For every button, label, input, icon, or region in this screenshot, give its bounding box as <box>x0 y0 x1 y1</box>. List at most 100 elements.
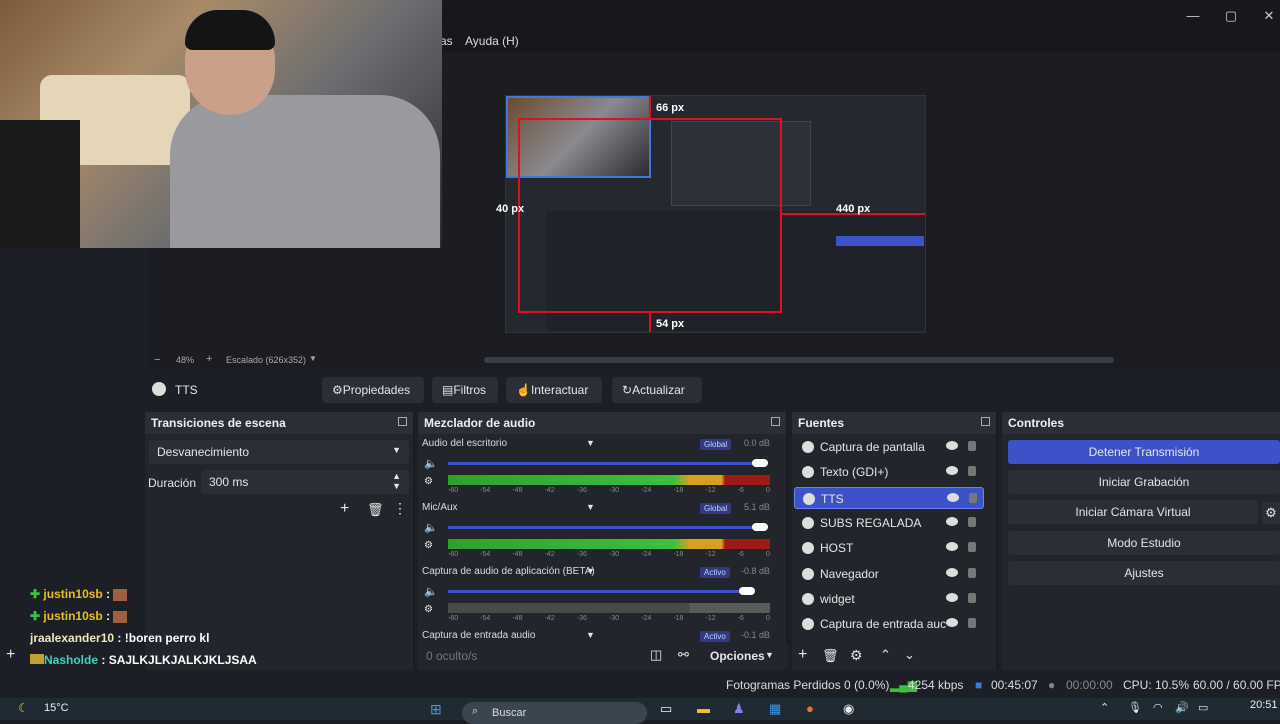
speaker-icon[interactable]: 🔈 <box>424 457 438 470</box>
taskbar-search[interactable]: ⌕ Buscar <box>462 702 647 724</box>
source-item[interactable]: widget <box>794 588 984 610</box>
eye-icon[interactable] <box>946 618 958 628</box>
mic-icon[interactable]: 🎙 <box>1128 701 1142 714</box>
add-icon[interactable]: + <box>340 500 349 518</box>
volume-slider[interactable] <box>448 590 748 593</box>
lock-icon[interactable] <box>968 441 976 451</box>
stop-stream-button[interactable]: Detener Transmisión <box>1008 440 1280 464</box>
mixer-options-button[interactable]: Opciones <box>710 649 765 663</box>
start-recording-button[interactable]: Iniciar Grabación <box>1008 470 1280 494</box>
firefox-icon[interactable]: ● <box>806 701 814 716</box>
windows-start-icon[interactable]: ⊞ <box>430 701 442 718</box>
eye-icon[interactable] <box>947 492 959 502</box>
preview-canvas[interactable]: 66 px 440 px 54 px <box>505 95 926 333</box>
volume-slider-knob[interactable] <box>739 587 756 595</box>
studio-mode-button[interactable]: Modo Estudio <box>1008 531 1280 555</box>
arrow-down-icon[interactable]: ⌄ <box>904 647 915 663</box>
clock-time[interactable]: 20:51 <box>1250 699 1278 711</box>
lock-icon[interactable] <box>968 516 976 527</box>
settings-button[interactable]: Ajustes <box>1008 561 1280 585</box>
weather-icon[interactable]: ☾ <box>18 701 29 715</box>
arrow-up-icon[interactable]: ⌃ <box>880 647 891 663</box>
spinner-icon[interactable]: ▲ ▼ <box>392 471 401 491</box>
volume-slider-knob[interactable] <box>752 523 769 531</box>
weather-temp[interactable]: 15°C <box>44 702 69 714</box>
zoom-in-button[interactable]: + <box>206 353 212 365</box>
mixer-settings-icon[interactable]: ⚙ <box>424 540 433 551</box>
popout-icon[interactable] <box>398 417 407 426</box>
interact-button[interactable]: ☝Interactuar <box>506 377 602 403</box>
close-icon[interactable]: ✕ <box>1259 8 1279 24</box>
folder-icon[interactable]: ▬ <box>697 701 710 716</box>
filters-button[interactable]: ▤Filtros <box>432 377 498 403</box>
store-icon[interactable]: ▦ <box>769 701 781 717</box>
lock-icon[interactable] <box>968 542 976 553</box>
maximize-icon[interactable]: ▢ <box>1221 8 1241 24</box>
popout-icon[interactable] <box>981 417 990 426</box>
chevron-down-icon[interactable]: ▼ <box>586 630 595 640</box>
popout-icon[interactable] <box>771 417 780 426</box>
measure-right-label: 440 px <box>836 203 871 215</box>
source-item[interactable]: Captura de pantalla <box>794 436 984 458</box>
eye-icon[interactable] <box>946 516 958 526</box>
wifi-icon[interactable]: ◠ <box>1153 701 1163 714</box>
eye-icon[interactable] <box>946 592 958 602</box>
speaker-icon[interactable]: 🔈 <box>424 585 438 598</box>
task-view-icon[interactable]: ▭ <box>660 701 672 717</box>
volume-slider[interactable] <box>448 462 761 465</box>
link-icon[interactable]: ⚯ <box>678 647 689 663</box>
eye-icon[interactable] <box>946 567 958 577</box>
source-item[interactable]: SUBS REGALADA <box>794 512 984 534</box>
eye-icon[interactable] <box>946 441 958 450</box>
source-item[interactable]: Captura de entrada auc <box>794 613 984 635</box>
lock-icon[interactable] <box>968 592 976 603</box>
transition-select[interactable]: Desvanecimiento ▼ <box>149 440 409 464</box>
source-label: SUBS REGALADA <box>820 515 922 530</box>
gear-icon[interactable]: ⚙ <box>850 647 863 664</box>
scale-tick: 0 <box>765 615 770 622</box>
volume-slider[interactable] <box>448 526 761 529</box>
layout-icon[interactable]: ◫ <box>650 647 662 663</box>
trash-icon[interactable]: 🗑 <box>367 502 384 518</box>
eye-icon[interactable] <box>946 466 958 476</box>
add-icon[interactable]: + <box>6 646 15 664</box>
source-item[interactable]: HOST <box>794 537 984 559</box>
preview-scrollbar[interactable] <box>484 357 1114 363</box>
chevron-down-icon[interactable]: ▼ <box>586 502 595 512</box>
hidden-count: 0 oculto/s <box>426 649 478 663</box>
properties-button[interactable]: ⚙Propiedades <box>322 377 424 403</box>
lock-icon[interactable] <box>968 466 976 477</box>
selection-bounding-box[interactable] <box>518 118 782 313</box>
source-item[interactable]: TTS <box>794 486 984 509</box>
start-virtual-cam-button[interactable]: Iniciar Cámara Virtual <box>1008 500 1258 524</box>
zoom-out-button[interactable]: − <box>154 354 160 366</box>
chevron-down-icon[interactable]: ▼ <box>586 438 595 448</box>
obs-icon[interactable]: ◉ <box>843 701 854 717</box>
add-icon[interactable]: + <box>798 646 807 664</box>
mixer-settings-icon[interactable]: ⚙ <box>424 604 433 615</box>
volume-icon[interactable]: 🔊 <box>1175 701 1189 714</box>
mixer-settings-icon[interactable]: ⚙ <box>424 476 433 487</box>
menu-item-help[interactable]: Ayuda (H) <box>465 34 519 48</box>
teams-icon[interactable]: ♟ <box>733 701 745 717</box>
volume-slider-knob[interactable] <box>752 459 769 467</box>
minimize-icon[interactable]: — <box>1183 8 1203 24</box>
trash-icon[interactable]: 🗑 <box>822 648 839 664</box>
sources-title: Fuentes <box>798 416 845 430</box>
battery-icon[interactable]: ▭ <box>1198 701 1208 714</box>
scale-dropdown-icon[interactable]: ▼ <box>309 354 317 363</box>
source-item[interactable]: Navegador <box>794 563 984 585</box>
eye-icon[interactable] <box>946 542 958 552</box>
chevron-down-icon[interactable]: ▼ <box>586 566 595 576</box>
refresh-button[interactable]: ↻Actualizar <box>612 377 702 403</box>
lock-icon[interactable] <box>969 492 977 503</box>
chevron-up-icon[interactable]: ⌃ <box>1100 701 1109 714</box>
zoom-level: 48% <box>176 355 195 365</box>
lock-icon[interactable] <box>968 618 976 629</box>
gear-icon[interactable]: ⚙ <box>1262 502 1280 524</box>
speaker-icon[interactable]: 🔈 <box>424 521 438 534</box>
more-icon[interactable]: ⋮ <box>393 500 407 517</box>
source-item[interactable]: Texto (GDI+) <box>794 461 984 483</box>
lock-icon[interactable] <box>968 567 976 578</box>
duration-field[interactable]: 300 ms ▲ ▼ <box>201 470 409 494</box>
